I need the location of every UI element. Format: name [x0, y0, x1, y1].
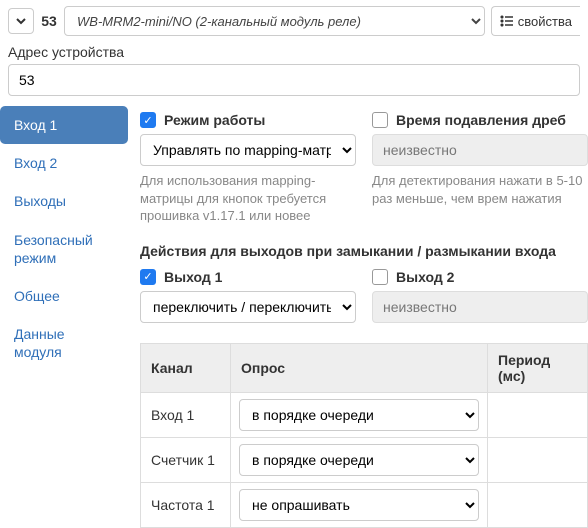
cell-period: [488, 392, 588, 437]
properties-button[interactable]: свойства: [491, 6, 580, 36]
mode-select[interactable]: Управлять по mapping-матрице: [140, 134, 356, 166]
debounce-checkbox[interactable]: [372, 112, 388, 128]
poll-select-input-1[interactable]: в порядке очереди: [239, 399, 479, 431]
address-input[interactable]: [8, 64, 580, 96]
tab-input-2[interactable]: Вход 2: [0, 144, 128, 182]
expand-toggle[interactable]: [8, 8, 34, 34]
cell-period: [488, 482, 588, 527]
poll-select-counter-1[interactable]: в порядке очереди: [239, 444, 479, 476]
table-row: Вход 1 в порядке очереди: [141, 392, 588, 437]
list-icon: [500, 14, 514, 28]
table-row: Частота 1 не опрашивать: [141, 482, 588, 527]
th-poll: Опрос: [231, 343, 488, 392]
tab-general[interactable]: Общее: [0, 277, 128, 315]
tab-module-data[interactable]: Данные модуля: [0, 315, 128, 371]
properties-button-label: свойства: [518, 14, 572, 29]
debounce-input: [372, 134, 588, 166]
actions-title: Действия для выходов при замыкании / раз…: [140, 243, 588, 259]
debounce-hint: Для детектирования нажати в 5-10 раз мен…: [372, 172, 588, 207]
output-1-checkbox[interactable]: ✓: [140, 269, 156, 285]
output-2-label: Выход 2: [396, 269, 454, 285]
output-2-checkbox[interactable]: [372, 269, 388, 285]
tab-safe-mode[interactable]: Безопасный режим: [0, 221, 128, 277]
mode-label: Режим работы: [164, 112, 265, 128]
cell-channel: Вход 1: [141, 392, 231, 437]
tab-outputs[interactable]: Выходы: [0, 182, 128, 220]
debounce-label: Время подавления дреб: [396, 112, 566, 128]
chevron-down-icon: [15, 15, 27, 27]
tab-input-1[interactable]: Вход 1: [0, 106, 128, 144]
output-1-select[interactable]: переключить / переключить: [140, 291, 356, 323]
cell-channel: Счетчик 1: [141, 437, 231, 482]
sidebar: Вход 1 Вход 2 Выходы Безопасный режим Об…: [0, 106, 140, 528]
th-channel: Канал: [141, 343, 231, 392]
th-period: Период (мс): [488, 343, 588, 392]
output-2-input: [372, 291, 588, 323]
table-row: Счетчик 1 в порядке очереди: [141, 437, 588, 482]
device-type-select[interactable]: WB-MRM2-mini/NO (2-канальный модуль реле…: [64, 6, 485, 36]
cell-channel: Частота 1: [141, 482, 231, 527]
address-label: Адрес устройства: [8, 44, 580, 60]
mode-hint: Для использования mapping-матрицы для кн…: [140, 172, 356, 225]
poll-select-freq-1[interactable]: не опрашивать: [239, 489, 479, 521]
cell-period: [488, 437, 588, 482]
address-number: 53: [40, 13, 58, 29]
output-1-label: Выход 1: [164, 269, 222, 285]
mode-checkbox[interactable]: ✓: [140, 112, 156, 128]
